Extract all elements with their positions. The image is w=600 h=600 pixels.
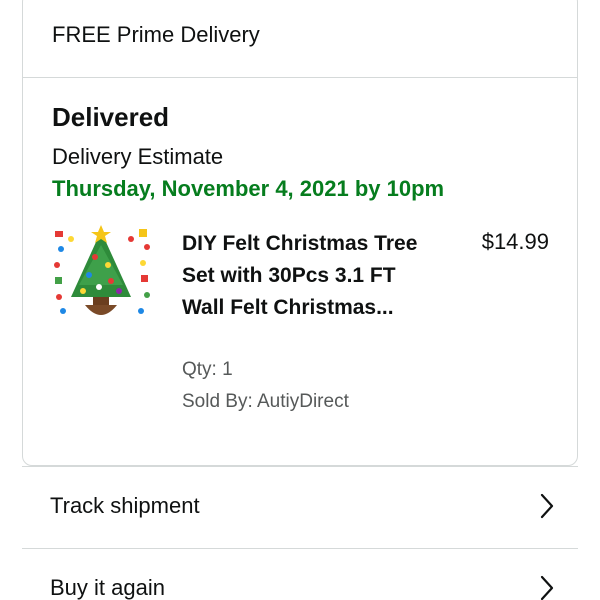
order-card: FREE Prime Delivery Delivered Delivery E… (22, 0, 578, 466)
delivery-estimate-date: Thursday, November 4, 2021 by 10pm (52, 176, 445, 201)
product-price: $14.99 (481, 229, 549, 254)
delivery-estimate-label: Delivery Estimate (52, 144, 224, 169)
buy-it-again-row[interactable]: Buy it again (22, 548, 578, 600)
track-shipment-label: Track shipment (50, 493, 200, 518)
delivery-status: Delivered (52, 102, 170, 132)
track-shipment-row[interactable]: Track shipment (22, 466, 578, 548)
chevron-right-icon (540, 493, 554, 519)
chevron-right-icon (540, 575, 554, 600)
product-quantity: Qty: 1 (182, 359, 233, 380)
delivery-type-header: FREE Prime Delivery (23, 0, 577, 78)
buy-it-again-label: Buy it again (50, 575, 165, 600)
product-title[interactable]: DIY Felt Christmas Tree Set with 30Pcs 3… (182, 228, 432, 324)
delivery-type-label: FREE Prime Delivery (52, 22, 260, 47)
product-seller: Sold By: AutiyDirect (182, 391, 349, 412)
product-thumbnail[interactable] (51, 225, 157, 325)
